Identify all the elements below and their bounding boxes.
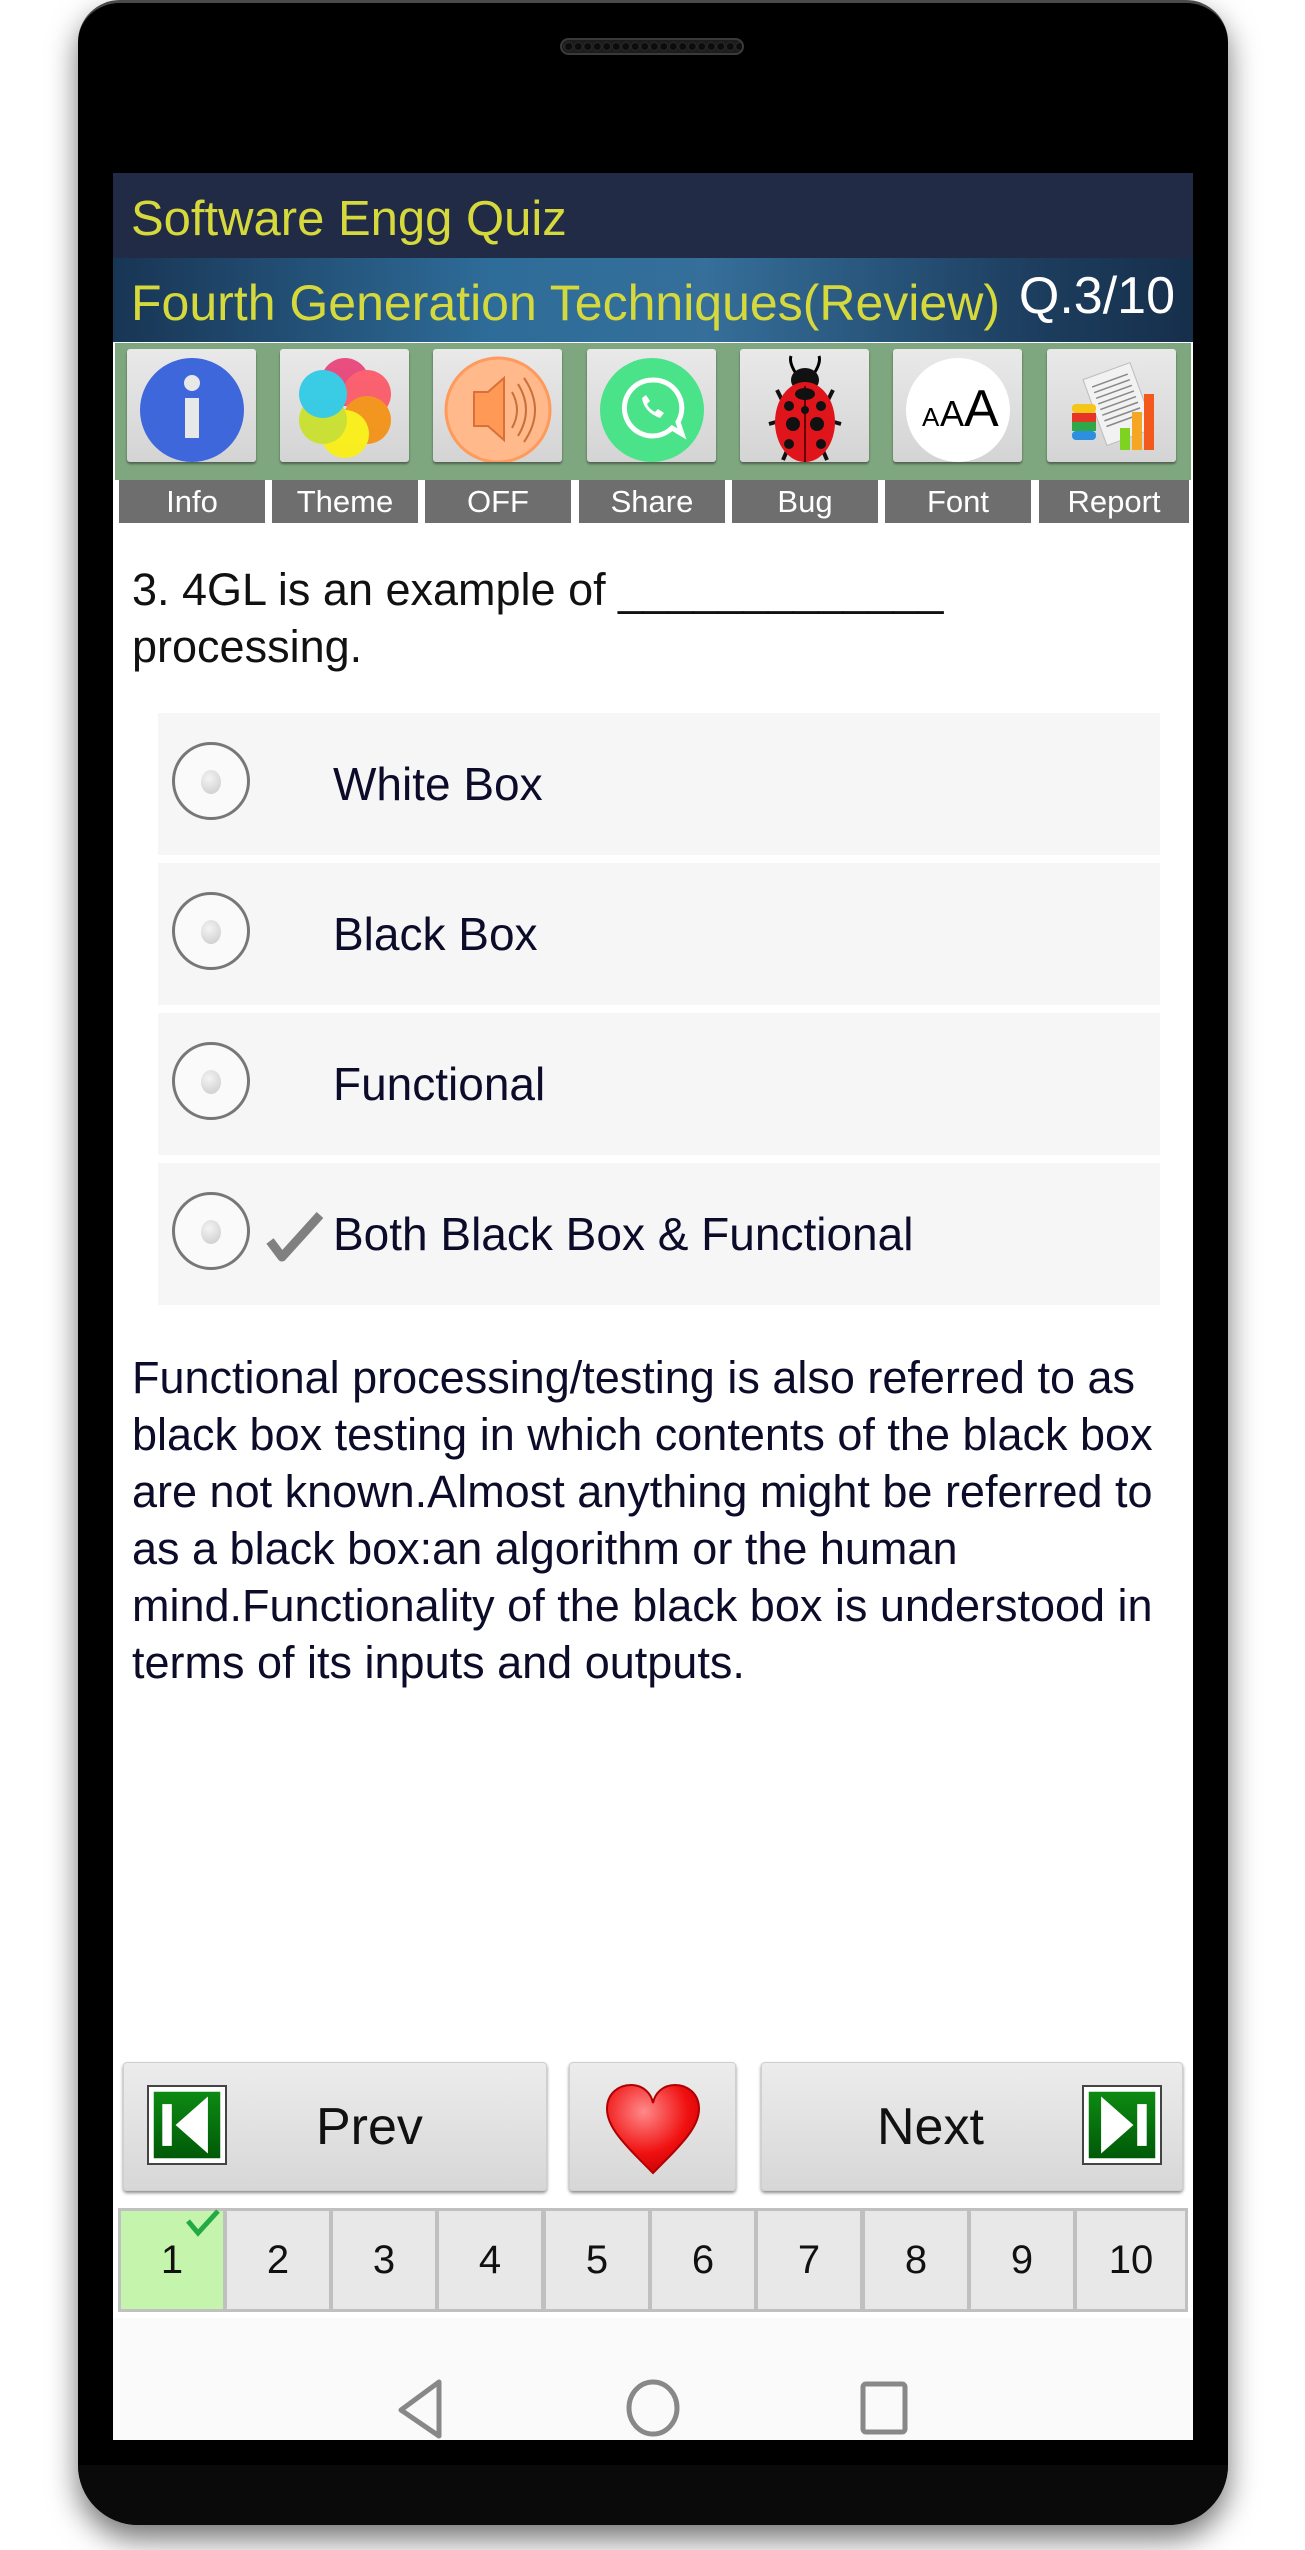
option-item[interactable]: White Box xyxy=(158,713,1160,855)
back-icon[interactable] xyxy=(395,2378,445,2440)
share-button[interactable] xyxy=(587,349,716,462)
page-button-1[interactable]: 1 xyxy=(121,2209,223,2309)
page-number: 9 xyxy=(1010,2238,1034,2282)
page-button-8[interactable]: 8 xyxy=(865,2211,967,2309)
answered-check-icon xyxy=(186,2209,220,2237)
font-size-button[interactable]: A A A xyxy=(893,349,1022,462)
recents-icon[interactable] xyxy=(859,2380,909,2436)
topic-title: Fourth Generation Techniques(Review) xyxy=(131,275,1000,331)
option-label: White Box xyxy=(333,758,543,810)
page-button-3[interactable]: 3 xyxy=(333,2211,435,2309)
svg-text:A: A xyxy=(940,393,964,434)
radio-button[interactable] xyxy=(172,892,250,970)
app-title: Software Engg Quiz xyxy=(131,192,567,246)
skip-forward-icon xyxy=(1082,2085,1162,2165)
question-page-grid: 1 2 3 4 5 6 7 8 9 10 xyxy=(118,2208,1188,2312)
page-number: 10 xyxy=(1108,2238,1154,2282)
report-bug-button[interactable] xyxy=(740,349,869,462)
app-title-bar: Software Engg Quiz xyxy=(113,173,1193,258)
page-button-6[interactable]: 6 xyxy=(652,2211,754,2309)
question-counter: Q.3/10 xyxy=(1018,267,1175,325)
info-button[interactable] xyxy=(127,349,256,462)
page-number: 4 xyxy=(478,2238,502,2282)
page-button-2[interactable]: 2 xyxy=(227,2211,329,2309)
system-navigation-bar xyxy=(113,2318,1193,2440)
radio-button[interactable] xyxy=(172,1042,250,1120)
speaker-grille xyxy=(560,38,744,55)
report-button[interactable] xyxy=(1047,349,1176,462)
sound-toggle-button[interactable] xyxy=(433,349,562,462)
speaker-icon xyxy=(444,356,551,462)
subtitle-bar: Fourth Generation Techniques(Review) Q.3… xyxy=(113,258,1193,342)
toolbar-label-font[interactable]: Font xyxy=(885,480,1031,523)
page-number: 2 xyxy=(266,2238,290,2282)
next-button[interactable]: Next xyxy=(761,2062,1183,2191)
page-button-5[interactable]: 5 xyxy=(546,2211,648,2309)
option-label: Functional xyxy=(333,1058,546,1110)
correct-check-icon xyxy=(266,1211,324,1262)
page-number: 1 xyxy=(160,2238,184,2282)
prev-label: Prev xyxy=(316,2098,423,2156)
page-button-9[interactable]: 9 xyxy=(971,2211,1073,2309)
toolbar-label-report[interactable]: Report xyxy=(1039,480,1189,523)
report-chart-icon xyxy=(1071,361,1155,450)
font-size-icon: A A A xyxy=(905,357,1010,462)
app-screen: Software Engg Quiz Fourth Generation Tec… xyxy=(113,173,1193,2440)
prev-button[interactable]: Prev xyxy=(123,2062,547,2191)
home-icon[interactable] xyxy=(625,2378,681,2438)
page-number: 7 xyxy=(797,2238,821,2282)
svg-text:A: A xyxy=(922,402,940,432)
svg-text:A: A xyxy=(964,380,999,438)
option-item[interactable]: Functional xyxy=(158,1013,1160,1155)
option-item[interactable]: Black Box xyxy=(158,863,1160,1005)
radio-button[interactable] xyxy=(172,742,250,820)
toolbar-label-share[interactable]: Share xyxy=(579,480,725,523)
ladybug-icon xyxy=(767,355,842,462)
radio-button[interactable] xyxy=(172,1192,250,1270)
page-number: 8 xyxy=(904,2238,928,2282)
page-button-10[interactable]: 10 xyxy=(1077,2211,1185,2309)
toolbar-label-theme[interactable]: Theme xyxy=(272,480,418,523)
page-number: 5 xyxy=(585,2238,609,2282)
skip-back-icon xyxy=(147,2085,227,2165)
whatsapp-icon xyxy=(599,357,704,462)
page-number: 3 xyxy=(372,2238,396,2282)
explanation-text: Functional processing/testing is also re… xyxy=(132,1352,1153,1688)
theme-button[interactable] xyxy=(280,349,409,462)
next-label: Next xyxy=(877,2098,984,2156)
phone-chin xyxy=(78,2465,1228,2525)
option-label: Black Box xyxy=(333,908,538,960)
info-icon xyxy=(139,357,244,462)
option-label: Both Black Box & Functional xyxy=(333,1208,914,1260)
question-text: 3. 4GL is an example of _____________ pr… xyxy=(132,564,944,672)
heart-icon xyxy=(605,2083,701,2175)
toolbar-label-bug[interactable]: Bug xyxy=(732,480,878,523)
toolbar-label-info[interactable]: Info xyxy=(119,480,265,523)
toolbar: A A A xyxy=(115,343,1191,480)
favorite-button[interactable] xyxy=(569,2062,736,2191)
page-number: 6 xyxy=(691,2238,715,2282)
page-button-4[interactable]: 4 xyxy=(439,2211,541,2309)
toolbar-labels: Info Theme OFF Share Bug Font Report xyxy=(119,480,1189,523)
option-item[interactable]: Both Black Box & Functional xyxy=(158,1163,1160,1305)
theme-palette-icon xyxy=(298,357,391,458)
page-button-7[interactable]: 7 xyxy=(758,2211,860,2309)
toolbar-label-sound[interactable]: OFF xyxy=(425,480,571,523)
